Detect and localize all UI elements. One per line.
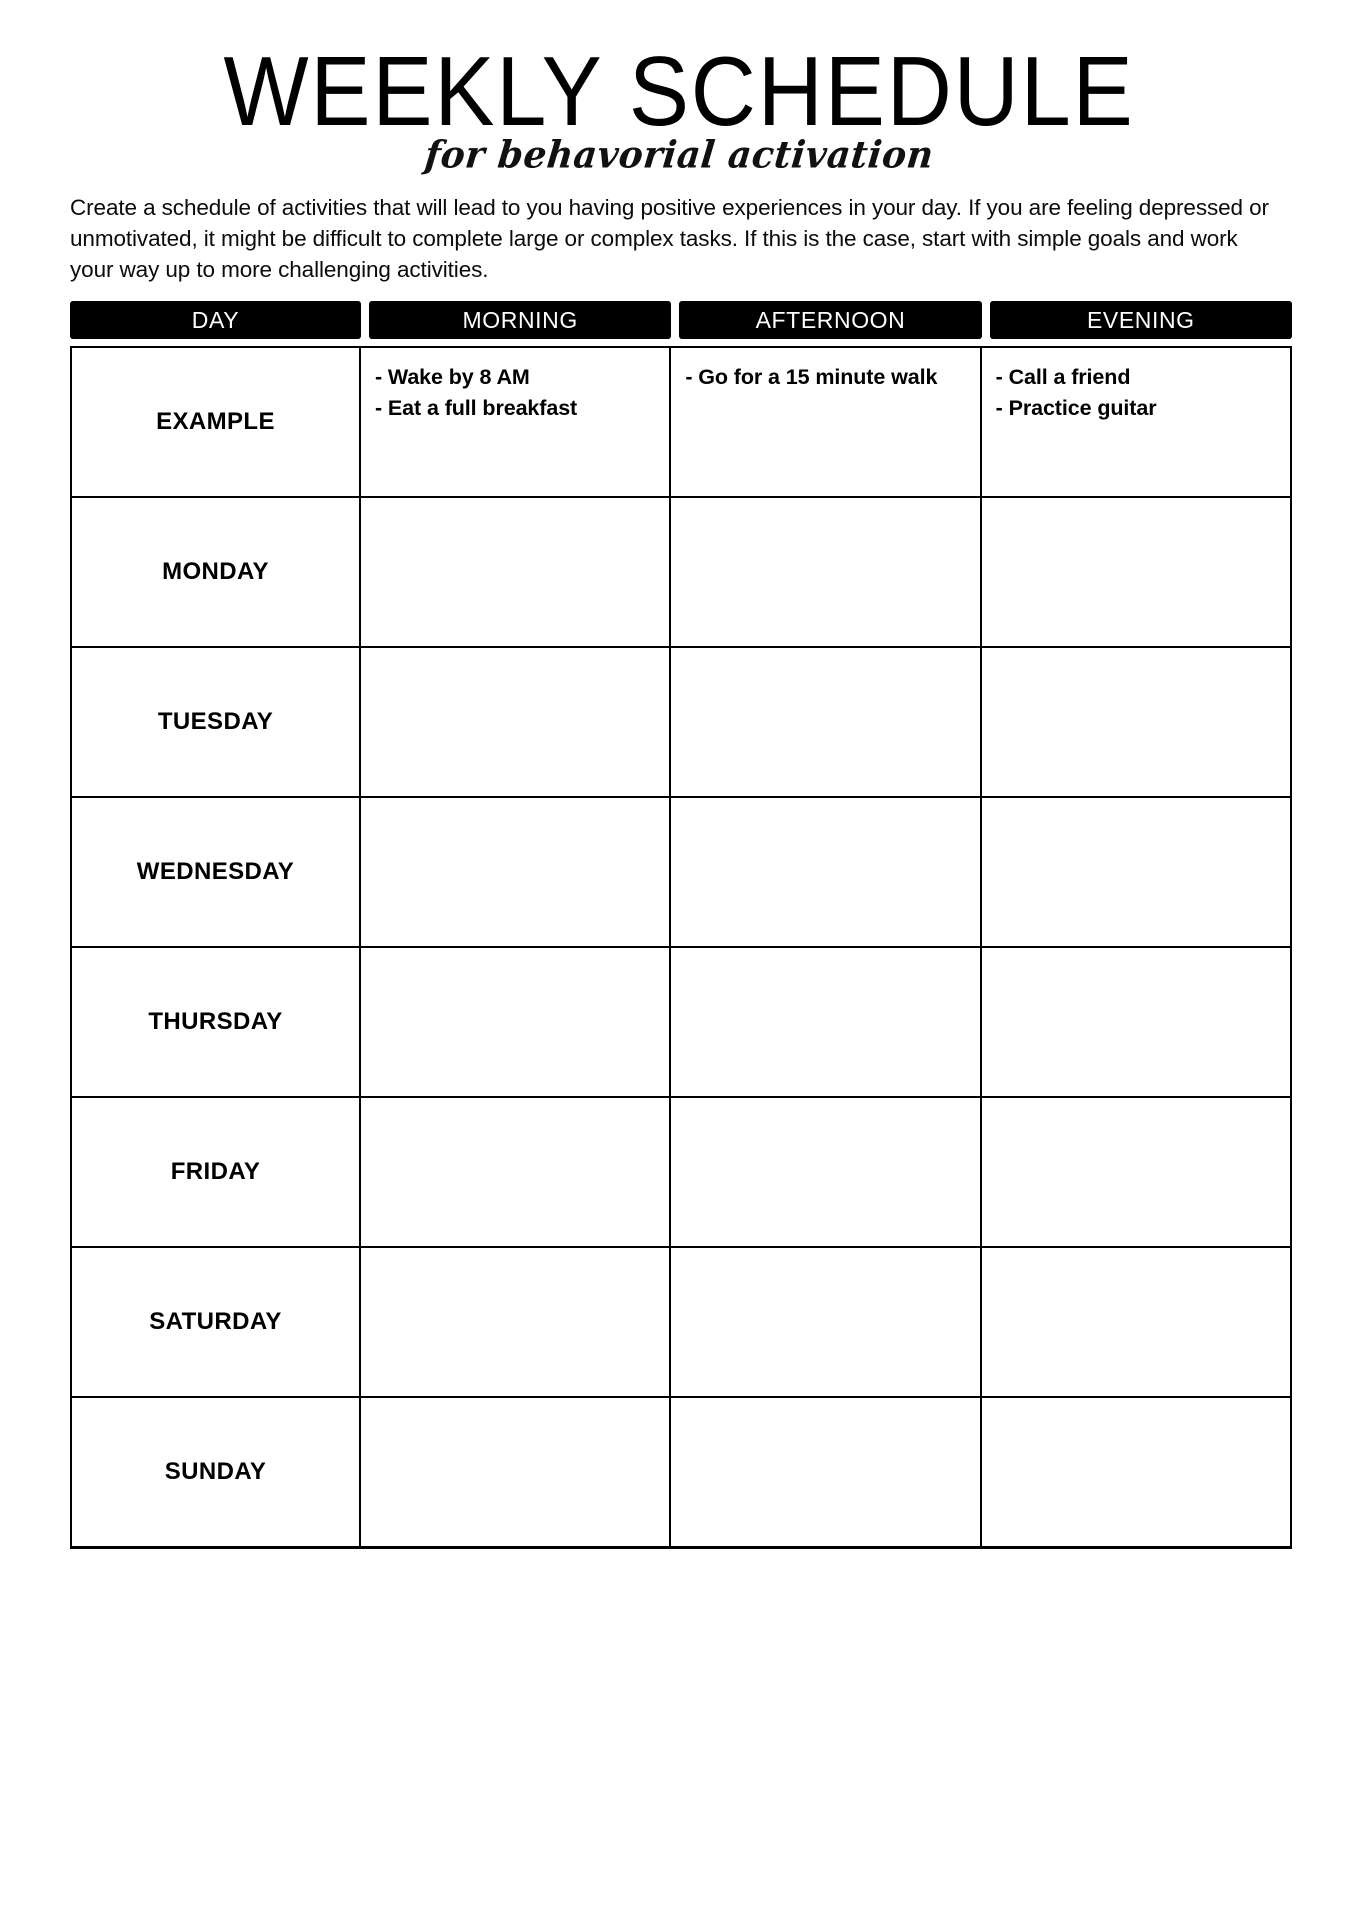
evening-cell[interactable] bbox=[982, 1398, 1290, 1546]
column-header-afternoon: AFTERNOON bbox=[679, 301, 982, 340]
column-header-evening: EVENING bbox=[989, 301, 1292, 340]
table-row: SUNDAY bbox=[72, 1398, 1290, 1547]
day-label: TUESDAY bbox=[157, 708, 274, 736]
column-header-day: DAY bbox=[70, 301, 361, 340]
evening-cell[interactable] bbox=[982, 1098, 1290, 1246]
day-label: SUNDAY bbox=[164, 1458, 267, 1486]
evening-cell[interactable] bbox=[982, 648, 1290, 796]
afternoon-cell[interactable] bbox=[671, 948, 982, 1097]
afternoon-cell[interactable] bbox=[671, 798, 982, 947]
table-body: EXAMPLE - Wake by 8 AM - Eat a full breakf… bbox=[70, 346, 1292, 1550]
day-cell: THURSDAY bbox=[72, 948, 361, 1097]
day-cell: SUNDAY bbox=[72, 1398, 361, 1547]
day-cell: WEDNESDAY bbox=[72, 798, 361, 947]
day-label: SATURDAY bbox=[149, 1308, 282, 1336]
day-cell: SATURDAY bbox=[72, 1248, 361, 1397]
day-label: FRIDAY bbox=[170, 1158, 261, 1186]
day-cell: MONDAY bbox=[72, 498, 361, 647]
day-cell: FRIDAY bbox=[72, 1098, 361, 1247]
activity-entry: - Eat a full breakfast bbox=[375, 395, 578, 420]
page-title: WEEKLY SCHEDULE bbox=[223, 36, 1135, 146]
schedule-table: DAY MORNING AFTERNOON EVENING EXAMPLE - W… bbox=[0, 301, 1358, 1550]
evening-cell[interactable] bbox=[982, 948, 1290, 1096]
intro-paragraph: Create a schedule of activities that wil… bbox=[70, 195, 1269, 283]
evening-cell[interactable] bbox=[982, 1248, 1290, 1396]
morning-cell[interactable] bbox=[361, 1098, 672, 1247]
morning-cell[interactable] bbox=[361, 648, 672, 797]
day-label: MONDAY bbox=[162, 558, 269, 586]
table-row: MONDAY bbox=[72, 498, 1290, 649]
column-header-morning: MORNING bbox=[369, 301, 672, 340]
day-label: THURSDAY bbox=[148, 1008, 283, 1036]
activity-entry: - Practice guitar bbox=[995, 395, 1157, 420]
day-cell: EXAMPLE bbox=[72, 348, 361, 497]
morning-cell[interactable] bbox=[361, 798, 672, 947]
afternoon-cell[interactable] bbox=[671, 1098, 982, 1247]
afternoon-cell[interactable] bbox=[671, 498, 982, 647]
afternoon-cell[interactable] bbox=[671, 1248, 982, 1397]
table-header-row: DAY MORNING AFTERNOON EVENING bbox=[70, 301, 1292, 340]
afternoon-cell[interactable] bbox=[671, 648, 982, 797]
activity-entry: - Go for a 15 minute walk bbox=[685, 365, 938, 390]
page-header: WEEKLY SCHEDULE for behavorial activatio… bbox=[0, 0, 1358, 177]
day-label: EXAMPLE bbox=[156, 408, 275, 436]
table-row: THURSDAY bbox=[72, 948, 1290, 1099]
morning-cell[interactable] bbox=[361, 948, 672, 1097]
page-subtitle: for behavorial activation bbox=[422, 133, 936, 177]
worksheet-page: WEEKLY SCHEDULE for behavorial activatio… bbox=[0, 0, 1358, 1920]
table-row: EXAMPLE - Wake by 8 AM - Eat a full breakf… bbox=[72, 348, 1290, 499]
morning-cell[interactable] bbox=[361, 498, 672, 647]
evening-cell[interactable] bbox=[982, 798, 1290, 946]
activity-entry: - Call a friend bbox=[995, 365, 1131, 390]
morning-cell[interactable]: - Wake by 8 AM - Eat a full breakfast bbox=[361, 348, 672, 497]
morning-cell[interactable] bbox=[361, 1398, 672, 1547]
activity-entry: - Wake by 8 AM bbox=[375, 365, 530, 390]
day-label: WEDNESDAY bbox=[136, 858, 295, 886]
table-row: TUESDAY bbox=[72, 648, 1290, 799]
table-row: FRIDAY bbox=[72, 1098, 1290, 1249]
afternoon-cell[interactable]: - Go for a 15 minute walk bbox=[671, 348, 982, 497]
afternoon-cell[interactable] bbox=[671, 1398, 982, 1547]
evening-cell[interactable] bbox=[982, 498, 1290, 646]
morning-cell[interactable] bbox=[361, 1248, 672, 1397]
table-row: WEDNESDAY bbox=[72, 798, 1290, 949]
table-row: SATURDAY bbox=[72, 1248, 1290, 1399]
evening-cell[interactable]: - Call a friend - Practice guitar bbox=[982, 348, 1290, 496]
day-cell: TUESDAY bbox=[72, 648, 361, 797]
